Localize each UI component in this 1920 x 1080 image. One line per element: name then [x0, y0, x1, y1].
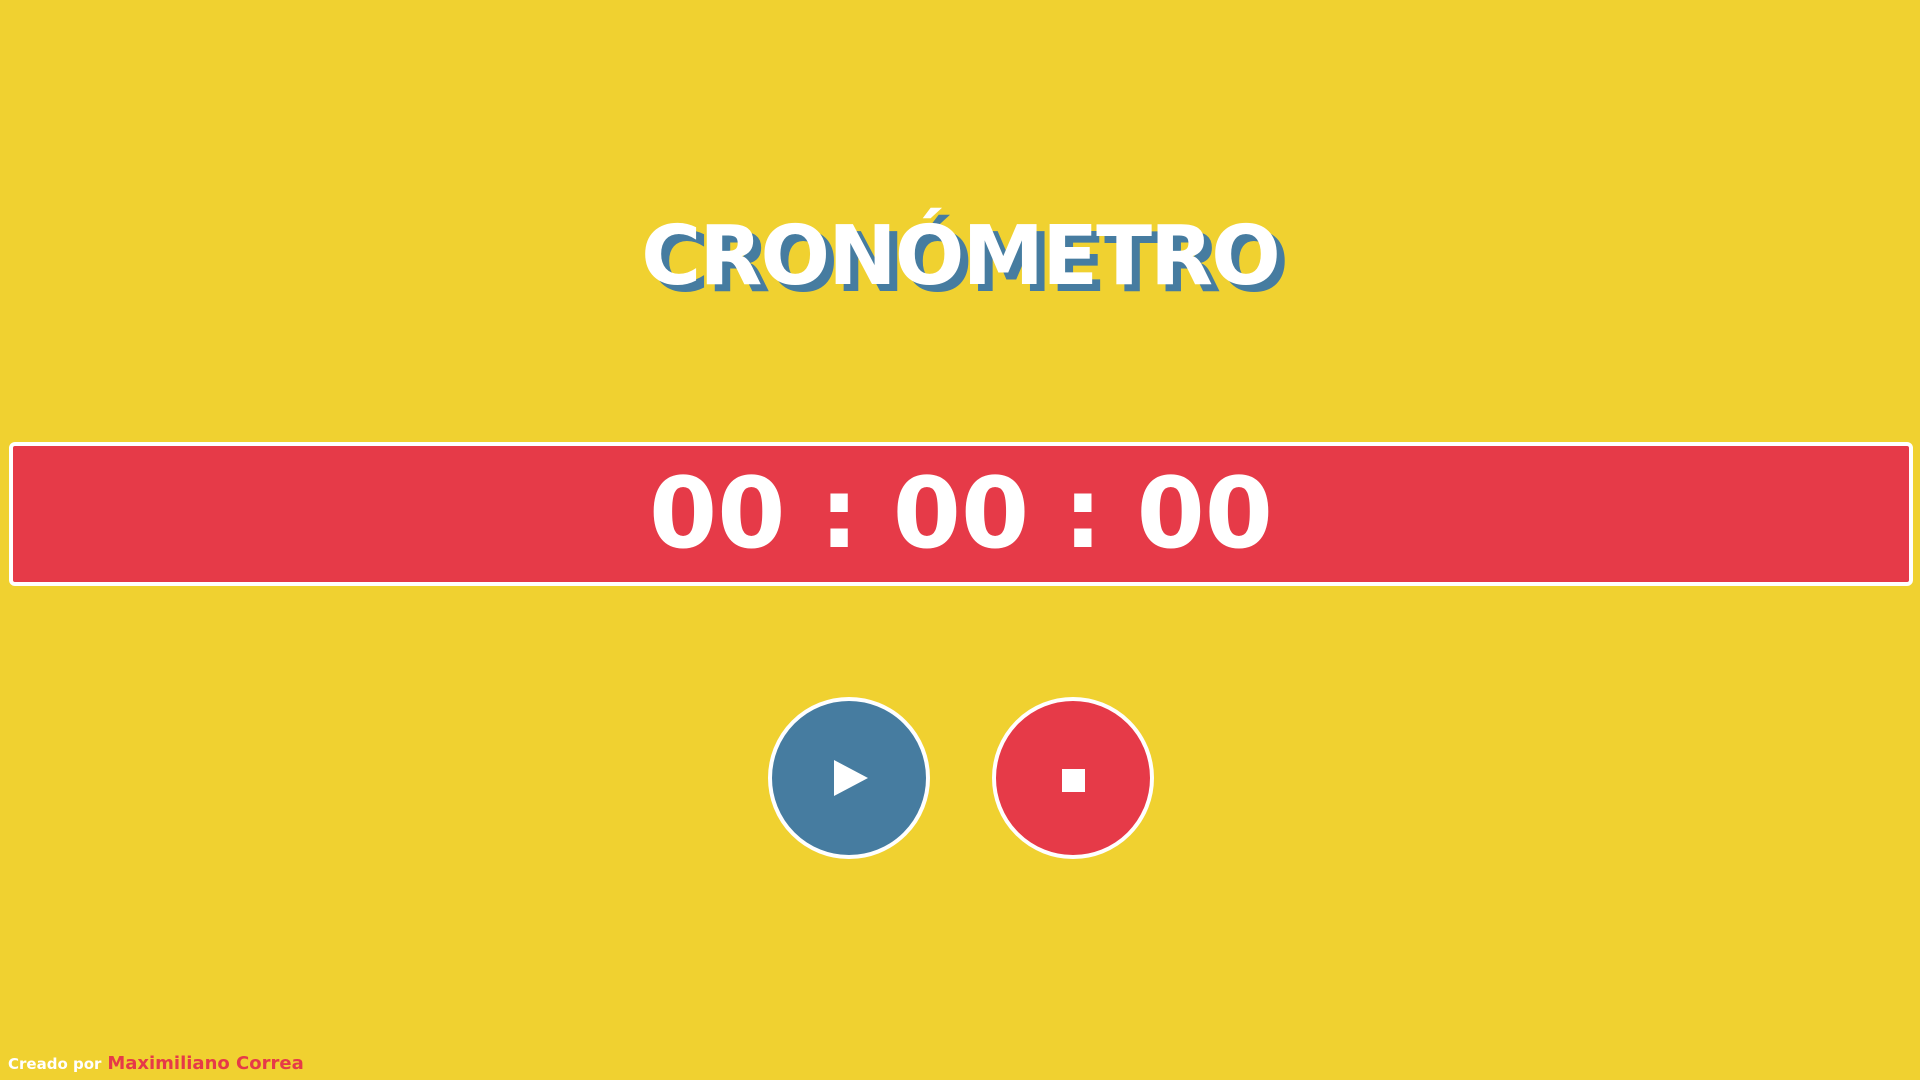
stop-icon: [1061, 768, 1085, 792]
credit-prefix: Creado por: [8, 1055, 102, 1073]
footer-credit: Creado por Maximiliano Correa: [8, 1054, 304, 1074]
start-button[interactable]: [768, 697, 930, 859]
page-title: CRONÓMETRO: [641, 209, 1281, 304]
play-icon: [834, 760, 868, 796]
stop-button[interactable]: [992, 697, 1154, 859]
timer-display: 00 : 00 : 00: [9, 442, 1913, 586]
timer-value: 00 : 00 : 00: [649, 457, 1273, 571]
author-link[interactable]: Maximiliano Correa: [107, 1053, 303, 1074]
